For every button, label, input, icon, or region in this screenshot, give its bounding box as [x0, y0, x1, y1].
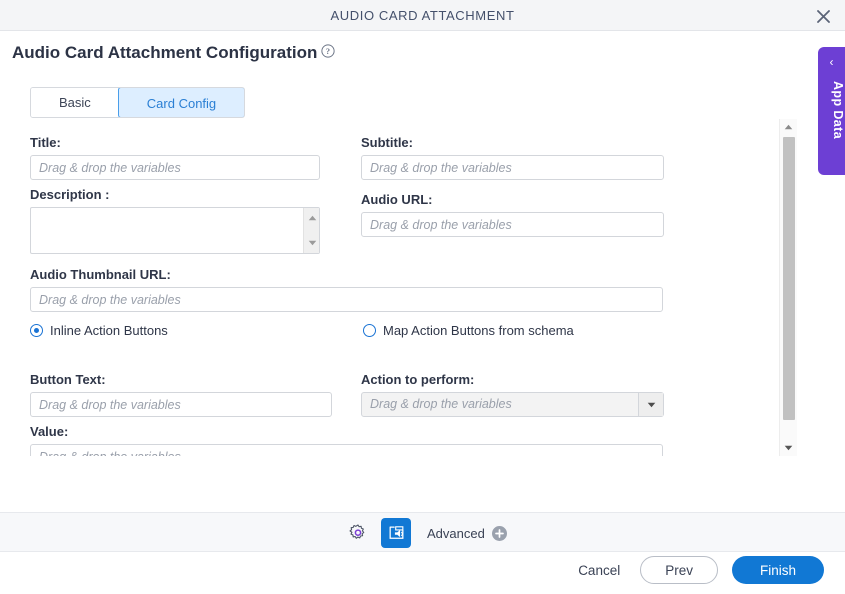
- radio-mark-inline: [30, 324, 43, 337]
- button-text-input[interactable]: [30, 392, 332, 417]
- toolbar-items: Advanced: [345, 513, 507, 553]
- config-tabs: Basic Card Config: [30, 87, 246, 118]
- description-scrollbar[interactable]: [303, 208, 319, 253]
- plus-circle-icon[interactable]: [491, 525, 507, 541]
- cancel-button[interactable]: Cancel: [572, 557, 626, 584]
- field-button-text: Button Text:: [30, 372, 332, 417]
- card-config-form: Title: Subtitle: Description :: [0, 118, 797, 456]
- tab-basic[interactable]: Basic: [31, 88, 119, 117]
- close-icon[interactable]: [811, 4, 835, 28]
- field-audio-thumbnail-url: Audio Thumbnail URL:: [30, 267, 663, 312]
- radio-mark-schema: [363, 324, 376, 337]
- scrollbar-thumb[interactable]: [783, 137, 795, 420]
- scrollbar-down-caret-icon[interactable]: [780, 440, 797, 456]
- radio-map-action-buttons-from-schema[interactable]: Map Action Buttons from schema: [363, 323, 574, 338]
- field-audio-url: Audio URL:: [361, 192, 664, 237]
- gear-icon[interactable]: [345, 520, 371, 546]
- audio-card-icon[interactable]: [381, 518, 411, 548]
- dialog-titlebar: AUDIO CARD ATTACHMENT: [0, 0, 845, 31]
- field-title: Title:: [30, 135, 320, 180]
- subtitle-input[interactable]: [361, 155, 664, 180]
- advanced-label: Advanced: [427, 525, 485, 541]
- field-action-to-perform: Action to perform: Drag & drop the varia…: [361, 372, 664, 417]
- field-button-text-label: Button Text:: [30, 372, 106, 387]
- tab-card-config[interactable]: Card Config: [117, 88, 245, 117]
- field-audio-thumbnail-url-label: Audio Thumbnail URL:: [30, 267, 171, 282]
- finish-button[interactable]: Finish: [731, 556, 824, 584]
- advanced-control[interactable]: Advanced: [427, 525, 507, 541]
- dialog-actions: Cancel Prev Finish: [572, 556, 824, 584]
- svg-text:?: ?: [326, 47, 330, 56]
- audio-url-input[interactable]: [361, 212, 664, 237]
- field-description-label: Description :: [30, 187, 110, 202]
- dialog-title: AUDIO CARD ATTACHMENT: [330, 8, 515, 23]
- field-subtitle-label: Subtitle:: [361, 135, 413, 150]
- form-scroll-region: Title: Subtitle: Description :: [0, 118, 797, 456]
- audio-thumbnail-url-input[interactable]: [30, 287, 663, 312]
- page-title-text: Audio Card Attachment Configuration: [12, 43, 318, 62]
- page-title: Audio Card Attachment Configuration?: [12, 43, 335, 64]
- field-subtitle: Subtitle:: [361, 135, 664, 180]
- help-circle-icon[interactable]: ?: [321, 43, 335, 63]
- app-data-label: App Data: [831, 81, 845, 140]
- field-action-to-perform-label: Action to perform:: [361, 372, 475, 387]
- scrollbar-up-caret-icon[interactable]: [780, 119, 797, 135]
- field-value-label: Value:: [30, 424, 69, 439]
- action-to-perform-value: Drag & drop the variables: [361, 392, 664, 417]
- radio-schema-label: Map Action Buttons from schema: [383, 323, 574, 338]
- caret-up-icon[interactable]: [304, 211, 320, 225]
- field-title-label: Title:: [30, 135, 61, 150]
- title-input[interactable]: [30, 155, 320, 180]
- app-data-panel-tab[interactable]: ‹ App Data: [818, 47, 845, 175]
- audio-card-attachment-dialog: AUDIO CARD ATTACHMENT Audio Card Attachm…: [0, 0, 845, 594]
- chevron-down-icon[interactable]: [638, 393, 663, 416]
- action-buttons-radio-group: Inline Action Buttons Map Action Buttons…: [30, 323, 670, 343]
- caret-down-icon[interactable]: [304, 236, 320, 250]
- chevron-left-icon: ‹: [829, 55, 834, 69]
- prev-button[interactable]: Prev: [640, 556, 718, 584]
- action-to-perform-select[interactable]: Drag & drop the variables: [361, 392, 664, 417]
- field-value: Value:: [30, 424, 663, 456]
- value-input[interactable]: [30, 444, 663, 456]
- form-scrollbar[interactable]: [779, 119, 797, 456]
- radio-inline-action-buttons[interactable]: Inline Action Buttons: [30, 323, 168, 338]
- description-textarea-wrapper: [30, 207, 320, 254]
- field-description: Description :: [30, 187, 320, 254]
- field-audio-url-label: Audio URL:: [361, 192, 433, 207]
- footer-toolbar: Advanced: [0, 512, 845, 552]
- radio-inline-label: Inline Action Buttons: [50, 323, 168, 338]
